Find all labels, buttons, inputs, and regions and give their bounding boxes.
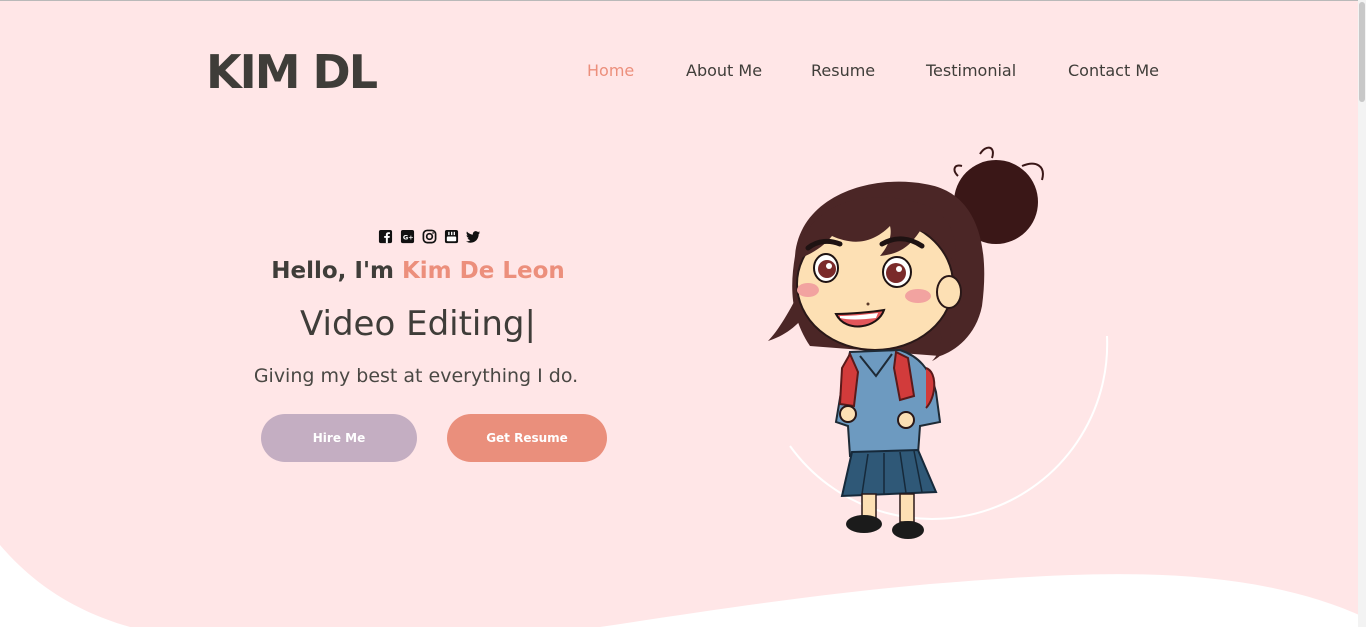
typed-role-text: Video Editing| xyxy=(300,304,536,344)
get-resume-button[interactable]: Get Resume xyxy=(447,414,607,462)
hero-greeting: Hello, I'm Kim De Leon xyxy=(0,256,836,286)
nav-testimonial[interactable]: Testimonial xyxy=(926,60,1016,82)
youtube-icon[interactable] xyxy=(444,229,459,244)
scrollbar-thumb[interactable] xyxy=(1359,2,1365,102)
hire-me-button[interactable]: Hire Me xyxy=(261,414,417,462)
nav-about-me[interactable]: About Me xyxy=(686,60,762,82)
nav-resume[interactable]: Resume xyxy=(811,60,875,82)
nav-contact-me[interactable]: Contact Me xyxy=(1068,60,1159,82)
social-links: G+ xyxy=(378,229,481,245)
svg-text:G+: G+ xyxy=(403,233,414,241)
window-top-border xyxy=(0,0,1366,1)
facebook-icon[interactable] xyxy=(378,229,393,244)
nav-home[interactable]: Home xyxy=(587,60,634,82)
twitter-icon[interactable] xyxy=(466,229,481,244)
instagram-icon[interactable] xyxy=(422,229,437,244)
page-scrollbar[interactable] xyxy=(1358,0,1366,627)
hero-tagline: Giving my best at everything I do. xyxy=(253,365,579,387)
greeting-prefix: Hello, I'm xyxy=(271,258,402,284)
google-plus-icon[interactable]: G+ xyxy=(400,229,415,244)
main-nav: Home About Me Resume Testimonial Contact… xyxy=(0,60,1366,84)
hero-name: Kim De Leon xyxy=(401,258,565,284)
cartoon-avatar-illustration xyxy=(768,146,1109,539)
